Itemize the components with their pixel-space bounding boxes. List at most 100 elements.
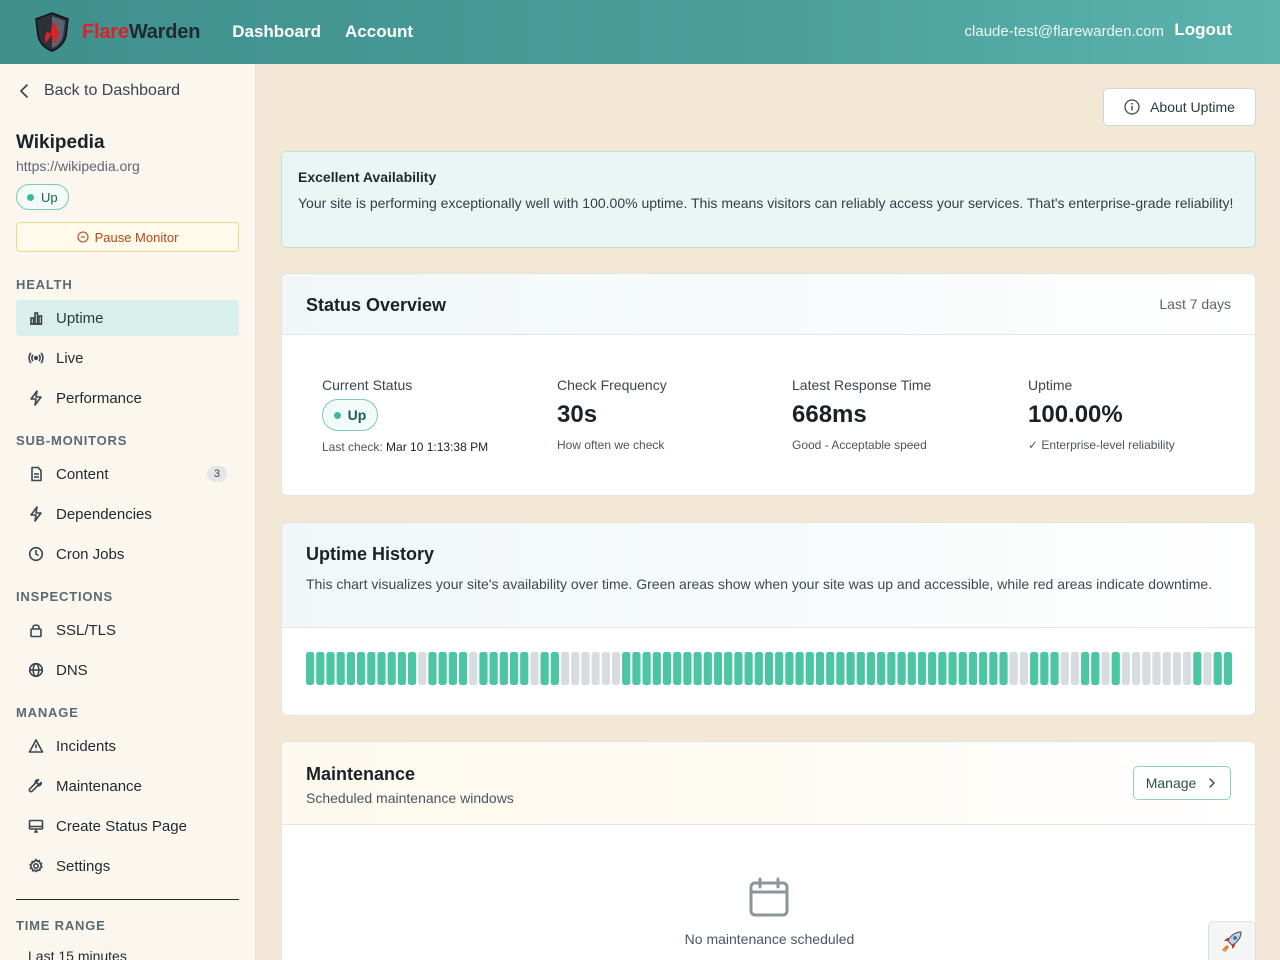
uptime-bar-segment[interactable] [1203, 652, 1212, 685]
sidebar-item-maintenance[interactable]: Maintenance [16, 768, 239, 804]
uptime-bar-segment[interactable] [754, 652, 763, 685]
uptime-bar-segment[interactable] [713, 652, 723, 685]
uptime-bar-segment[interactable] [999, 652, 1008, 685]
uptime-bar-segment[interactable] [775, 652, 784, 685]
uptime-bar-segment[interactable] [1009, 652, 1018, 685]
uptime-bar-segment[interactable] [1183, 652, 1192, 685]
uptime-bar-segment[interactable] [571, 652, 580, 685]
uptime-bar-segment[interactable] [367, 652, 376, 685]
uptime-bar-segment[interactable] [1162, 652, 1171, 685]
logout-button[interactable]: Logout [1174, 20, 1232, 40]
uptime-bar-segment[interactable] [336, 652, 345, 685]
uptime-bar-segment[interactable] [1111, 652, 1120, 685]
uptime-bar-segment[interactable] [397, 652, 406, 685]
uptime-bar-segment[interactable] [591, 652, 600, 685]
sidebar-item-cron-jobs[interactable]: Cron Jobs [16, 536, 239, 572]
uptime-bar-segment[interactable] [948, 652, 957, 685]
uptime-bar-segment[interactable] [673, 652, 682, 685]
uptime-bar-segment[interactable] [601, 652, 610, 685]
uptime-bar-segment[interactable] [662, 652, 672, 685]
uptime-bar-segment[interactable] [938, 652, 947, 685]
uptime-bar-segment[interactable] [448, 652, 457, 685]
uptime-bar-segment[interactable] [1030, 652, 1039, 685]
uptime-bar-segment[interactable] [306, 652, 315, 685]
uptime-bar-segment[interactable] [346, 652, 355, 685]
feedback-launcher[interactable] [1208, 921, 1256, 960]
uptime-bar-segment[interactable] [958, 652, 967, 685]
uptime-bar-segment[interactable] [846, 652, 855, 685]
uptime-bar-segment[interactable] [509, 652, 519, 685]
uptime-bar-segment[interactable] [540, 652, 549, 685]
uptime-bar-segment[interactable] [805, 652, 814, 685]
pause-monitor-button[interactable]: Pause Monitor [16, 222, 239, 252]
sidebar-item-create-status-page[interactable]: Create Status Page [16, 808, 239, 844]
uptime-bar-segment[interactable] [785, 652, 794, 685]
sidebar-item-incidents[interactable]: Incidents [16, 728, 239, 764]
uptime-bar-segment[interactable] [1213, 652, 1222, 685]
uptime-bar-segment[interactable] [642, 652, 651, 685]
uptime-bar-segment[interactable] [428, 652, 437, 685]
uptime-bar-segment[interactable] [877, 652, 886, 685]
uptime-bar-segment[interactable] [979, 652, 988, 685]
uptime-bar-segment[interactable] [581, 652, 590, 685]
uptime-bar-segment[interactable] [683, 652, 692, 685]
sidebar-item-live[interactable]: Live [16, 340, 239, 376]
uptime-bar-segment[interactable] [887, 652, 896, 685]
uptime-bar-segment[interactable] [744, 652, 753, 685]
uptime-bar-segment[interactable] [458, 652, 468, 685]
uptime-bar-segment[interactable] [326, 652, 335, 685]
uptime-bar-segment[interactable] [1142, 652, 1151, 685]
uptime-bar-segment[interactable] [693, 652, 702, 685]
sidebar-item-performance[interactable]: Performance [16, 380, 239, 416]
sidebar-item-ssl-tls[interactable]: SSL/TLS [16, 612, 239, 648]
nav-dashboard[interactable]: Dashboard [232, 22, 321, 42]
uptime-bar-segment[interactable] [1081, 652, 1090, 685]
uptime-bar-segment[interactable] [560, 652, 570, 685]
sidebar-item-content[interactable]: Content 3 [16, 456, 239, 492]
uptime-bar-segment[interactable] [479, 652, 488, 685]
uptime-bar-segment[interactable] [897, 652, 906, 685]
uptime-bar-segment[interactable] [928, 652, 937, 685]
uptime-bar-segment[interactable] [1132, 652, 1141, 685]
uptime-bar-segment[interactable] [989, 652, 998, 685]
uptime-bar-segment[interactable] [1223, 652, 1232, 685]
uptime-bar-segment[interactable] [764, 652, 774, 685]
uptime-bar-segment[interactable] [703, 652, 712, 685]
uptime-bar-segment[interactable] [856, 652, 865, 685]
uptime-bar-segment[interactable] [316, 652, 325, 685]
uptime-bar-segment[interactable] [530, 652, 539, 685]
uptime-bar-segment[interactable] [1091, 652, 1100, 685]
uptime-bar-segment[interactable] [1101, 652, 1110, 685]
uptime-bar-segment[interactable] [1019, 652, 1029, 685]
about-uptime-button[interactable]: About Uptime [1103, 88, 1256, 126]
uptime-bar-segment[interactable] [968, 652, 978, 685]
nav-account[interactable]: Account [345, 22, 413, 42]
time-range-option[interactable]: Last 15 minutes [28, 948, 127, 960]
uptime-bar-segment[interactable] [1152, 652, 1161, 685]
uptime-bar-segment[interactable] [377, 652, 386, 685]
uptime-bar-segment[interactable] [632, 652, 641, 685]
uptime-bar-segment[interactable] [611, 652, 621, 685]
manage-maintenance-button[interactable]: Manage [1133, 766, 1231, 800]
uptime-bar-segment[interactable] [438, 652, 447, 685]
uptime-bar-segment[interactable] [652, 652, 661, 685]
uptime-bar-segment[interactable] [836, 652, 845, 685]
uptime-bar-segment[interactable] [499, 652, 508, 685]
uptime-bar-segment[interactable] [418, 652, 427, 685]
uptime-bar-segment[interactable] [1172, 652, 1182, 685]
uptime-bar-segment[interactable] [489, 652, 498, 685]
sidebar-item-settings[interactable]: Settings [16, 848, 239, 884]
uptime-bar-segment[interactable] [1060, 652, 1069, 685]
uptime-bar-segment[interactable] [622, 652, 631, 685]
uptime-bar-segment[interactable] [1050, 652, 1059, 685]
uptime-bar-segment[interactable] [907, 652, 916, 685]
uptime-bar-segment[interactable] [917, 652, 927, 685]
brand-logo[interactable]: FlareWarden [34, 12, 200, 52]
uptime-bar-segment[interactable] [826, 652, 835, 685]
uptime-bar-segment[interactable] [1040, 652, 1049, 685]
uptime-bar-segment[interactable] [1193, 652, 1202, 685]
uptime-bar-segment[interactable] [520, 652, 529, 685]
back-to-dashboard-link[interactable]: Back to Dashboard [16, 82, 180, 100]
uptime-bar-segment[interactable] [550, 652, 559, 685]
sidebar-item-dns[interactable]: DNS [16, 652, 239, 688]
